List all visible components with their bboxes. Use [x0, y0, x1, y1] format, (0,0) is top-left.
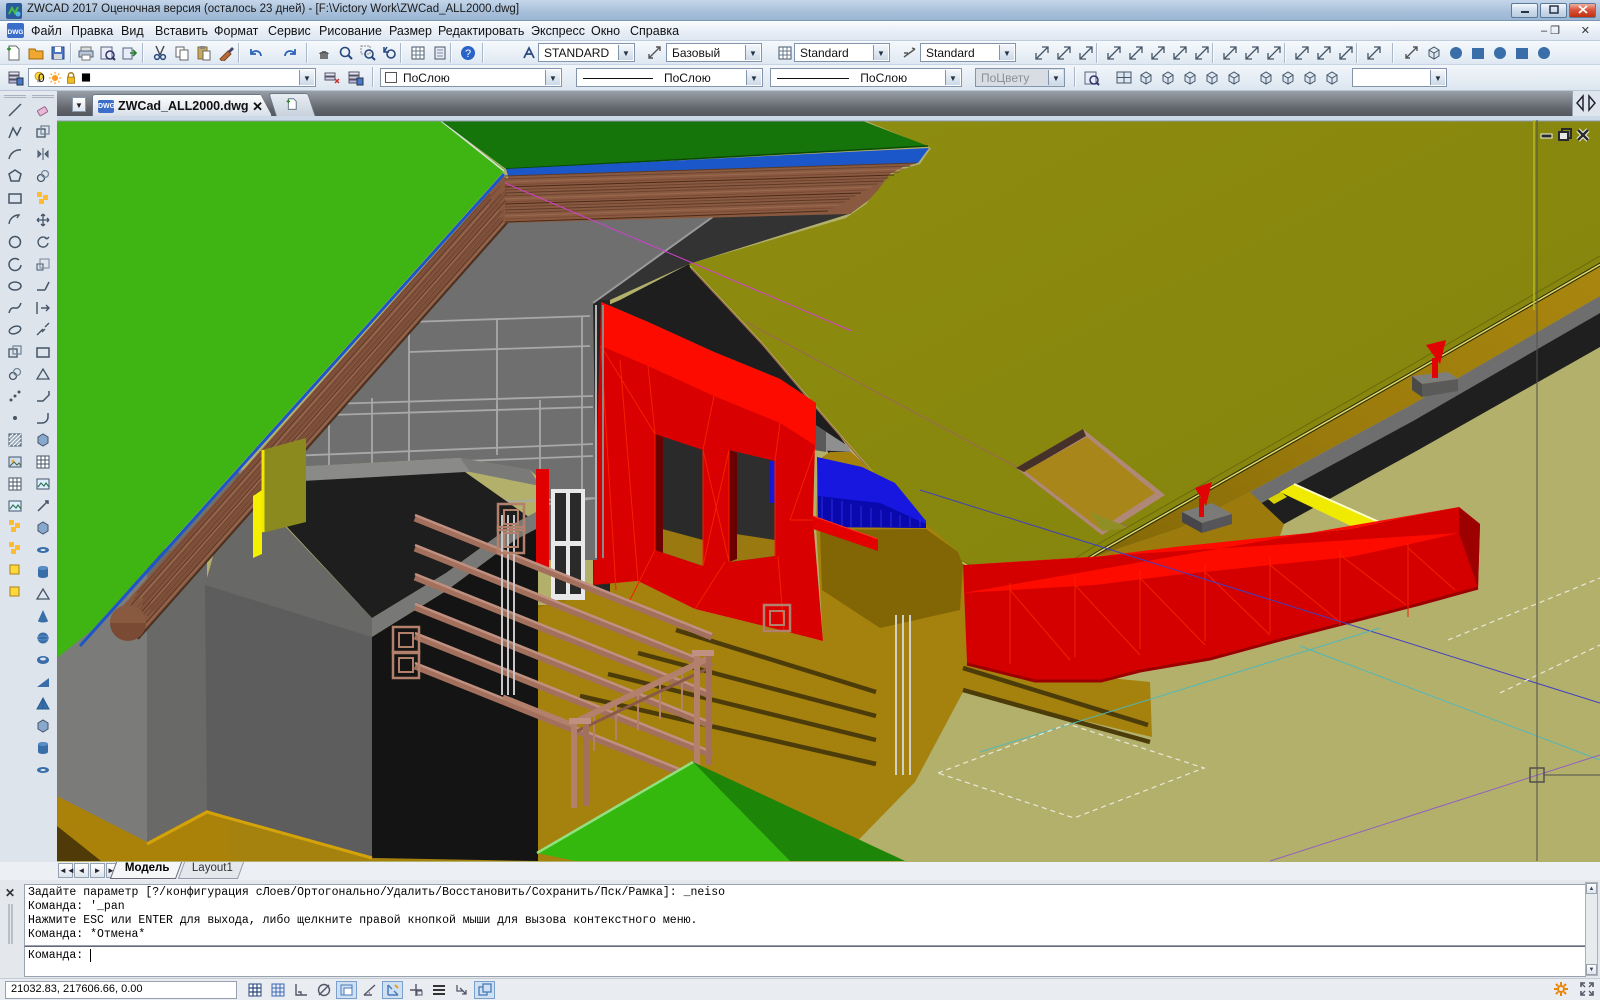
svg-text:DWG: DWG	[8, 29, 24, 36]
svg-text:?: ?	[465, 48, 471, 60]
